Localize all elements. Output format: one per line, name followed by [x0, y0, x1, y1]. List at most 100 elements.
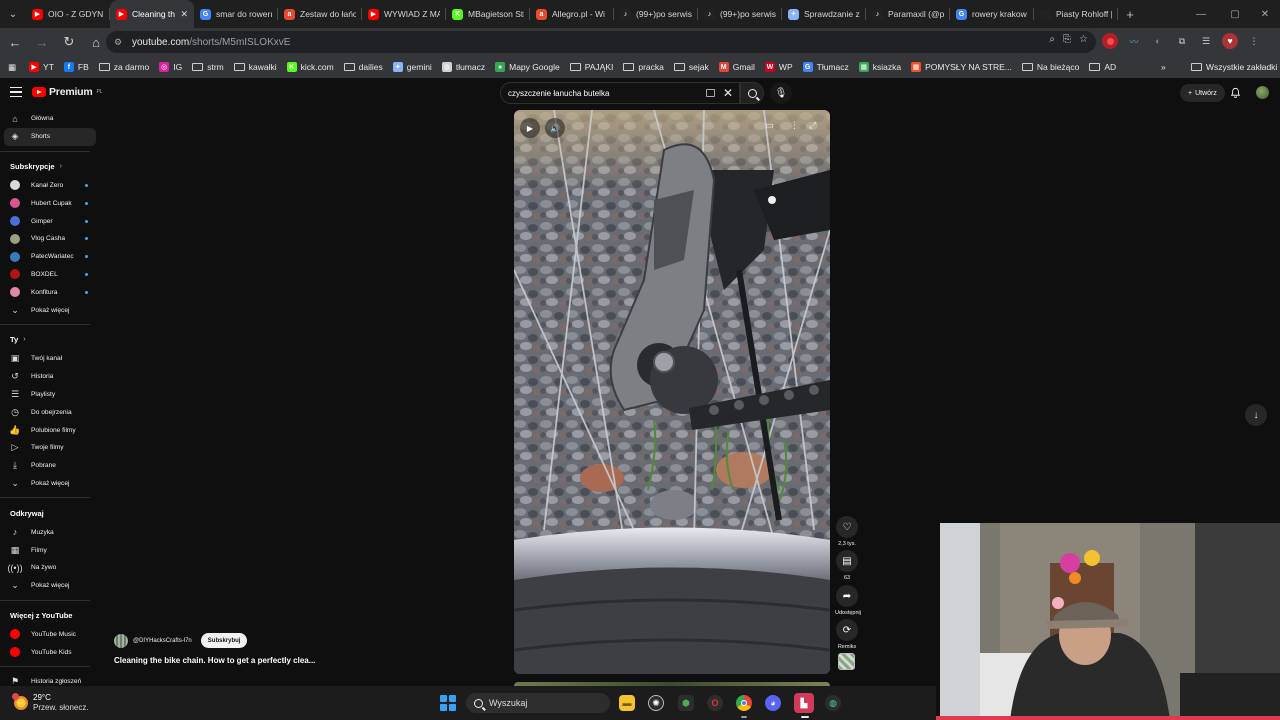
shield-app-icon[interactable]: ⬢ — [678, 695, 694, 711]
next-short-button[interactable]: ↓ — [1245, 404, 1267, 426]
youtube-premium-logo[interactable]: Premium PL — [32, 86, 102, 98]
sidebar-item-na-żywo[interactable]: ((•)) Na żywo — [0, 559, 100, 577]
browser-tab[interactable]: Piasty Rohloff | — [1034, 0, 1118, 28]
more-options-icon[interactable]: ⋮ — [790, 120, 799, 131]
browser-tab[interactable]: ♪ Paramaxil (@p — [866, 0, 950, 28]
sidebar-item-filmy[interactable]: ▦ Filmy — [0, 541, 100, 559]
tab-search-chevron-icon[interactable]: ⌄ — [0, 9, 26, 20]
play-button[interactable]: ▶ — [520, 118, 540, 138]
tab-close-icon[interactable]: ✕ — [180, 9, 188, 20]
bookmark-item[interactable]: ◍ tłumacz — [437, 62, 490, 72]
comment-icon[interactable]: ▤ — [836, 550, 858, 572]
chrome-icon[interactable] — [736, 695, 752, 711]
browser-tab[interactable]: Gsmar do rowerı — [194, 0, 278, 28]
sidebar-item-historia[interactable]: ↺ Historia — [0, 368, 100, 386]
browser-tab[interactable]: ✦ Sprawdzanie z — [782, 0, 866, 28]
forward-button[interactable]: → — [30, 30, 54, 54]
create-button[interactable]: + Utwórz — [1180, 84, 1225, 102]
sidebar-item-youtube-kids[interactable]: YouTube Kids — [0, 643, 100, 661]
install-app-icon[interactable]: ⎘ — [1063, 34, 1071, 45]
notifications-bell-icon[interactable] — [1230, 87, 1241, 98]
keyboard-icon[interactable] — [706, 89, 715, 97]
bookmark-item[interactable]: W WP — [760, 62, 798, 72]
sidebar-sub-boxdel[interactable]: BOXDEL — [0, 266, 100, 284]
voice-search-button[interactable]: 🎙 — [770, 82, 792, 104]
subscriptions-header[interactable]: Subskrypcje › — [0, 157, 100, 177]
home-button[interactable]: ⌂ — [84, 30, 108, 54]
address-bar[interactable]: ⚙ youtube.com/shorts/M5mISLOKxvE ⌕ ⎘ ☆ — [106, 31, 1096, 53]
extensions-puzzle-icon[interactable]: ⧉ — [1174, 33, 1190, 49]
browser-tab[interactable]: ▶ OIO - Z GDYNI — [26, 0, 110, 28]
share-icon[interactable]: ➦ — [836, 585, 858, 607]
record-extension-icon[interactable] — [1102, 33, 1118, 49]
windows-start-icon[interactable] — [440, 695, 456, 711]
clear-search-icon[interactable]: ✕ — [723, 86, 733, 100]
bookmark-item[interactable]: ◎ IG — [154, 62, 187, 72]
bookmark-item[interactable]: AD — [1084, 62, 1121, 72]
sidebar-item-do-obejrzenia[interactable]: ◷ Do obejrzenia — [0, 403, 100, 421]
sidebar-sub-konfitura[interactable]: Konfitura — [0, 283, 100, 301]
bookmark-item[interactable]: za darmo — [94, 62, 154, 72]
minimize-button[interactable]: — — [1184, 0, 1218, 28]
opera-icon[interactable]: O — [707, 695, 723, 711]
apps-grid-icon[interactable]: ▦ — [0, 62, 24, 73]
heart-icon[interactable]: ♡ — [836, 516, 858, 538]
reload-button[interactable]: ↻ — [57, 30, 81, 54]
subscribe-button[interactable]: Subskrybuj — [200, 633, 248, 648]
sound-thumbnail[interactable] — [838, 653, 855, 670]
subs-show-more[interactable]: ⌄ Pokaż więcej — [0, 301, 100, 319]
sidebar-sub-hubert-cupak[interactable]: Hubert Cupak — [0, 194, 100, 212]
bookmark-item[interactable]: sejak — [669, 62, 714, 72]
bookmark-item[interactable]: G Tłumacz — [798, 62, 854, 72]
sidebar-sub-vlog-casha[interactable]: Vlog Casha — [0, 230, 100, 248]
discord-icon[interactable]: ◕ — [765, 695, 781, 711]
zoom-icon[interactable]: ⌕ — [1049, 34, 1055, 45]
sidebar-item-shorts[interactable]: ◈ Shorts — [4, 127, 96, 146]
browser-tab[interactable]: ▶ WYWIAD Z MA — [362, 0, 446, 28]
account-avatar[interactable] — [1256, 86, 1269, 99]
bookmark-item[interactable]: Kkick.com — [282, 62, 339, 72]
like-action[interactable]: ♡ 2,3 tys. — [835, 516, 859, 547]
sidebar-item-twój-kanał[interactable]: ▣ Twój kanał — [0, 350, 100, 368]
browser-tab[interactable]: ♪ (99+)po serwis — [614, 0, 698, 28]
bookmark-item[interactable]: ▦ ksiazka — [854, 62, 906, 72]
new-tab-button[interactable]: + — [1118, 7, 1142, 22]
bookmark-item[interactable]: kawałki — [229, 62, 282, 72]
browser-tab[interactable]: ♪ (99+)po serwis — [698, 0, 782, 28]
bookmark-star-icon[interactable]: ☆ — [1079, 34, 1088, 45]
channel-name[interactable]: @DIYHacksCrafts-l7n — [133, 638, 192, 644]
fullscreen-icon[interactable]: ⤢ — [809, 120, 816, 131]
bookmark-item[interactable]: ● Mapy Google — [490, 62, 565, 72]
window-close-button[interactable]: ✕ — [1248, 0, 1280, 28]
sidebar-item-główna[interactable]: ⌂ Główna — [0, 110, 100, 128]
search-input[interactable]: czyszczenie łanucha butelka ✕ — [500, 82, 740, 104]
browser-tab[interactable]: Growery krakow — [950, 0, 1034, 28]
browser-tab[interactable]: a Zestaw do łańc — [278, 0, 362, 28]
channel-avatar[interactable] — [114, 633, 128, 648]
circle-extension-icon[interactable]: ◐ — [1150, 33, 1166, 49]
you-show-more[interactable]: ⌄ Pokaż więcej — [0, 475, 100, 493]
wind-extension-icon[interactable]: 〰 — [1126, 33, 1142, 49]
bookmark-item[interactable]: ▦ POMYSŁY NA STRE... — [906, 62, 1017, 72]
you-header[interactable]: Ty › — [0, 330, 100, 350]
remix-icon[interactable]: ⟳ — [836, 619, 858, 641]
sidebar-sub-patecwariatec[interactable]: PatecWariatec — [0, 248, 100, 266]
sidebar-item-twoje-filmy[interactable]: ▷ Twoje filmy — [0, 439, 100, 457]
sidebar-sub-kana-zero[interactable]: Kanał Zero — [0, 177, 100, 195]
sidebar-item-pobrane[interactable]: ⤓ Pobrane — [0, 457, 100, 475]
sidebar-item-youtube-music[interactable]: YouTube Music — [0, 626, 100, 644]
browser-menu-icon[interactable]: ⋮ — [1246, 33, 1262, 49]
search-button[interactable] — [740, 82, 764, 104]
guide-menu-icon[interactable] — [10, 87, 22, 97]
all-bookmarks-button[interactable]: Wszystkie zakładki — [1186, 62, 1280, 72]
bookmark-item[interactable]: Na bieżąco — [1017, 62, 1085, 72]
sidebar-item-polubione-filmy[interactable]: 👍 Polubione filmy — [0, 421, 100, 439]
share-action[interactable]: ➦ Udostępnij — [835, 585, 861, 616]
globe-app-icon[interactable]: ◍ — [825, 695, 841, 711]
browser-tab[interactable]: K MBagietson Sti — [446, 0, 530, 28]
shorts-video-player[interactable]: ▶ 🔊 ▭ ⋮ ⤢ — [514, 110, 830, 674]
bookmark-item[interactable]: M Gmail — [714, 62, 760, 72]
short-title[interactable]: Cleaning the bike chain. How to get a pe… — [114, 656, 315, 665]
captions-icon[interactable]: ▭ — [765, 120, 774, 131]
bookmark-item[interactable]: pracka — [618, 62, 669, 72]
